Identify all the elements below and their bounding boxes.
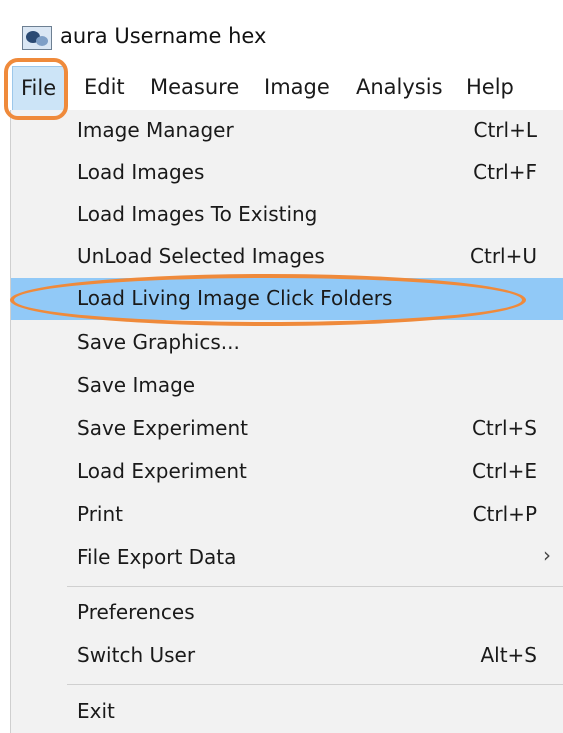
- menu-item-label: Exit: [77, 699, 115, 723]
- menu-image[interactable]: Image: [264, 66, 330, 110]
- menu-item-label: Image Manager: [77, 118, 234, 142]
- menu-separator: [67, 586, 563, 587]
- menu-analysis[interactable]: Analysis: [356, 66, 443, 110]
- menu-item-switch-user[interactable]: Switch User Alt+S: [11, 635, 563, 677]
- file-menu-dropdown: Image Manager Ctrl+L Load Images Ctrl+F …: [10, 110, 563, 733]
- menu-item-save-experiment[interactable]: Save Experiment Ctrl+S: [11, 408, 563, 450]
- menu-item-shortcut: Alt+S: [480, 643, 537, 667]
- menu-item-label: File Export Data: [77, 545, 237, 569]
- menu-item-preferences[interactable]: Preferences: [11, 592, 563, 634]
- menu-item-label: Load Experiment: [77, 459, 247, 483]
- menu-item-label: Load Images To Existing: [77, 202, 318, 226]
- app-title: aura Username hex: [60, 24, 267, 48]
- menu-item-label: Save Experiment: [77, 416, 249, 440]
- menu-item-label: Save Image: [77, 373, 196, 397]
- menu-item-shortcut: Ctrl+F: [473, 160, 537, 184]
- menu-item-label: Switch User: [77, 643, 196, 667]
- menu-item-load-experiment[interactable]: Load Experiment Ctrl+E: [11, 451, 563, 493]
- highlighted-item-callout: [10, 274, 526, 326]
- menu-item-print[interactable]: Print Ctrl+P: [11, 494, 563, 536]
- menu-item-exit[interactable]: Exit: [11, 691, 563, 733]
- menu-help[interactable]: Help: [466, 66, 514, 110]
- menu-item-label: Print: [77, 502, 124, 526]
- app-image-icon: [22, 26, 52, 50]
- menu-item-shortcut: Ctrl+S: [471, 416, 537, 440]
- title-bar: aura Username hex: [0, 0, 563, 66]
- file-menu-callout: [4, 58, 68, 120]
- menu-item-label: Preferences: [77, 600, 195, 624]
- menu-item-shortcut: Ctrl+E: [472, 459, 537, 483]
- chevron-right-icon: ›: [543, 543, 551, 567]
- menu-measure[interactable]: Measure: [150, 66, 239, 110]
- menu-item-shortcut: Ctrl+P: [472, 502, 537, 526]
- menu-item-label: Save Graphics...: [77, 330, 240, 354]
- menu-item-load-images-to-existing[interactable]: Load Images To Existing: [11, 194, 563, 236]
- menu-bar: File Edit Measure Image Analysis Help: [0, 66, 563, 110]
- menu-item-load-images[interactable]: Load Images Ctrl+F: [11, 152, 563, 194]
- menu-item-label: UnLoad Selected Images: [77, 244, 325, 268]
- menu-item-shortcut: Ctrl+U: [470, 244, 537, 268]
- menu-separator: [67, 684, 563, 685]
- menu-item-image-manager[interactable]: Image Manager Ctrl+L: [11, 110, 563, 152]
- menu-item-shortcut: Ctrl+L: [473, 118, 538, 142]
- menu-item-file-export-data[interactable]: File Export Data ›: [11, 537, 563, 579]
- menu-item-unload-selected-images[interactable]: UnLoad Selected Images Ctrl+U: [11, 236, 563, 278]
- menu-item-save-graphics[interactable]: Save Graphics...: [11, 322, 563, 364]
- menu-item-label: Load Images: [77, 160, 205, 184]
- menu-edit[interactable]: Edit: [84, 66, 125, 110]
- menu-item-save-image[interactable]: Save Image: [11, 365, 563, 407]
